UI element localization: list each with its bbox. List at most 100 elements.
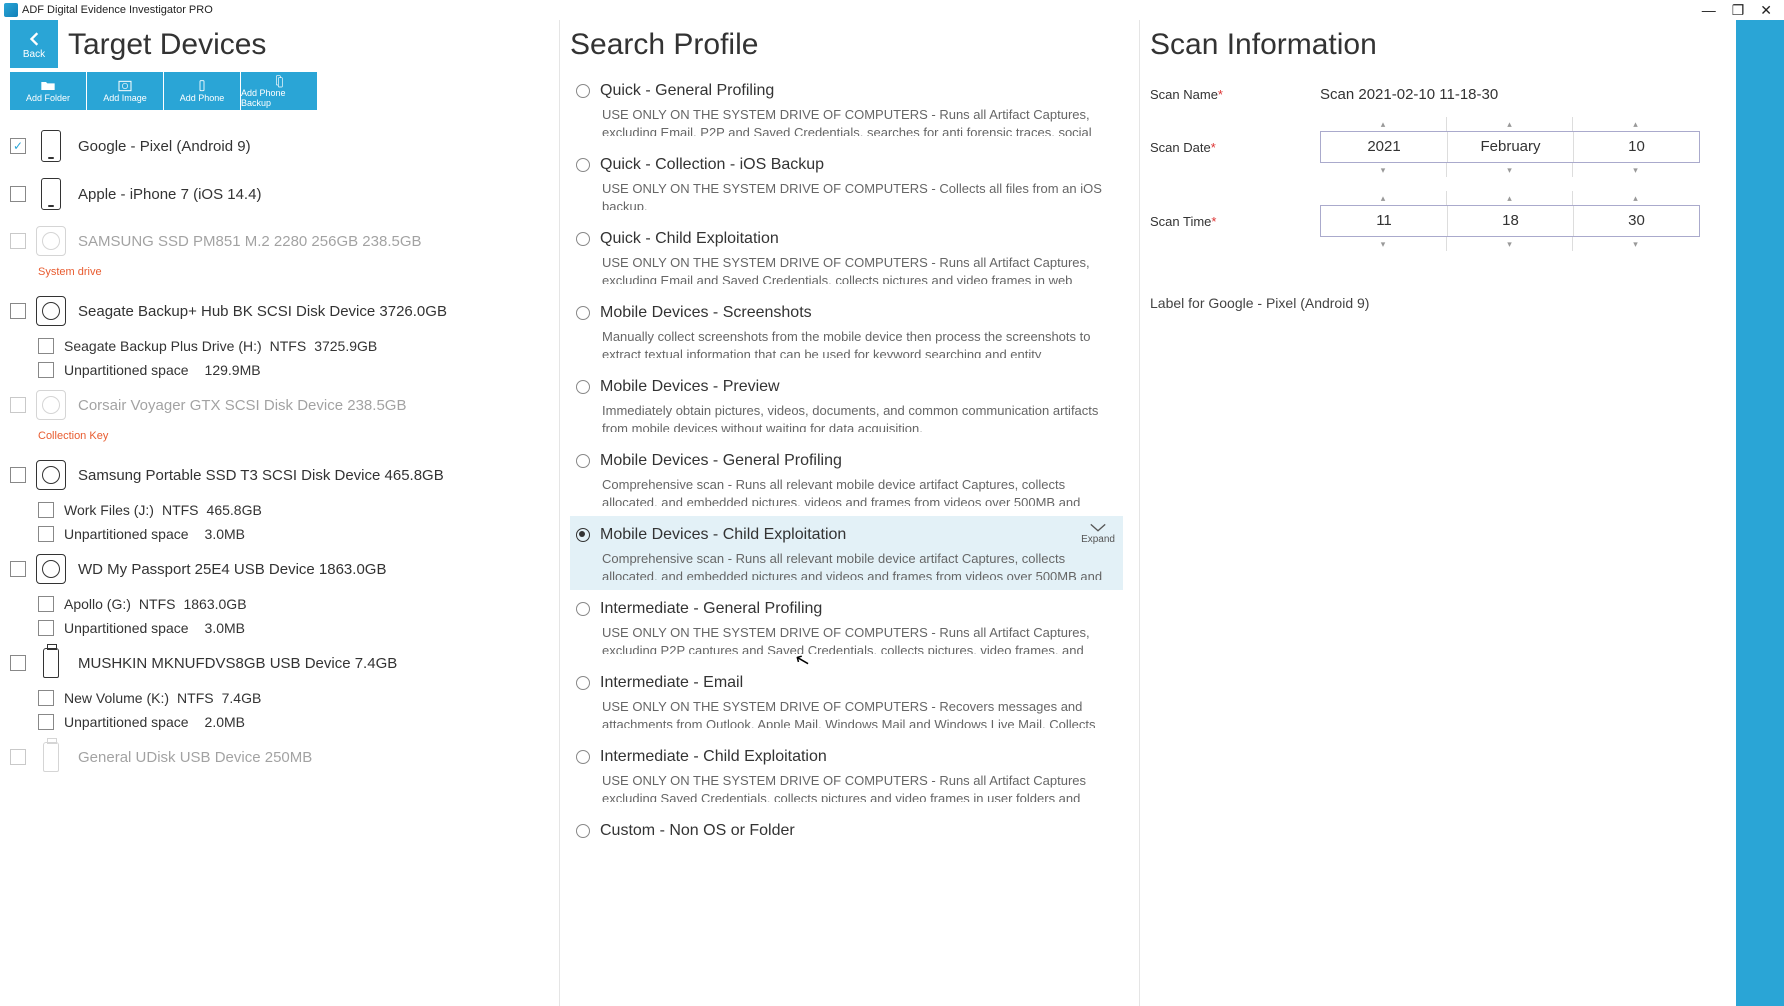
profile-radio[interactable] <box>576 824 590 838</box>
profile-desc: Comprehensive scan - Runs all relevant m… <box>576 470 1117 506</box>
profile-radio[interactable] <box>576 306 590 320</box>
disk-icon <box>36 460 66 490</box>
profile-desc: USE ONLY ON THE SYSTEM DRIVE OF COMPUTER… <box>576 618 1117 654</box>
partition-row: Unpartitioned space2.0MB <box>10 710 545 734</box>
add-phone-button[interactable]: Add Phone <box>164 72 240 110</box>
close-button[interactable]: ✕ <box>1760 2 1772 19</box>
sec-up[interactable]: ▴ <box>1573 191 1698 205</box>
profile-row[interactable]: Mobile Devices - ScreenshotsManually col… <box>570 294 1123 368</box>
device-checkbox[interactable] <box>10 138 26 154</box>
scan-name-label: Scan Name* <box>1150 87 1320 102</box>
device-note: System drive <box>10 264 545 288</box>
month-up[interactable]: ▴ <box>1447 117 1572 131</box>
profile-title: Mobile Devices - Child Exploitation <box>600 526 846 543</box>
hour-down[interactable]: ▾ <box>1320 237 1446 251</box>
device-checkbox[interactable] <box>10 233 26 249</box>
device-checkbox[interactable] <box>10 561 26 577</box>
disk-icon <box>36 226 66 256</box>
minimize-button[interactable]: — <box>1702 2 1716 19</box>
profile-title: Intermediate - General Profiling <box>600 600 822 617</box>
profile-radio[interactable] <box>576 84 590 98</box>
profile-row[interactable]: Intermediate - EmailUSE ONLY ON THE SYST… <box>570 664 1123 738</box>
profile-row[interactable]: Intermediate - Child ExploitationUSE ONL… <box>570 738 1123 812</box>
year-up[interactable]: ▴ <box>1320 117 1446 131</box>
profile-radio[interactable] <box>576 750 590 764</box>
partition-checkbox[interactable] <box>38 526 54 542</box>
min-up[interactable]: ▴ <box>1447 191 1572 205</box>
profile-list: Quick - General ProfilingUSE ONLY ON THE… <box>570 72 1129 998</box>
scan-name-value[interactable]: Scan 2021-02-10 11-18-30 <box>1320 86 1498 103</box>
profile-title: Mobile Devices - Screenshots <box>600 304 812 321</box>
device-note: Collection Key <box>10 428 545 452</box>
usb-icon <box>43 742 59 772</box>
profile-row[interactable]: Intermediate - General ProfilingUSE ONLY… <box>570 590 1123 664</box>
partition-checkbox[interactable] <box>38 502 54 518</box>
device-label: Google - Pixel (Android 9) <box>78 138 251 155</box>
profile-desc: USE ONLY ON THE SYSTEM DRIVE OF COMPUTER… <box>576 100 1117 136</box>
app-icon <box>4 3 18 17</box>
partition-row: Unpartitioned space3.0MB <box>10 522 545 546</box>
profile-row[interactable]: Mobile Devices - Child Exploitation Expan… <box>570 516 1123 590</box>
profile-radio[interactable] <box>576 232 590 246</box>
profile-title: Mobile Devices - General Profiling <box>600 452 842 469</box>
profile-desc: USE ONLY ON THE SYSTEM DRIVE OF COMPUTER… <box>576 174 1117 210</box>
profile-desc: Immediately obtain pictures, videos, doc… <box>576 396 1117 432</box>
device-row: Google - Pixel (Android 9) <box>10 122 545 170</box>
hour-up[interactable]: ▴ <box>1320 191 1446 205</box>
month-down[interactable]: ▾ <box>1447 163 1572 177</box>
phone-icon <box>41 130 61 162</box>
partition-checkbox[interactable] <box>38 620 54 636</box>
back-button[interactable]: Back <box>10 20 58 68</box>
device-checkbox[interactable] <box>10 186 26 202</box>
device-row: WD My Passport 25E4 USB Device 1863.0GB <box>10 546 545 592</box>
device-label-row: Label for Google - Pixel (Android 9) <box>1150 265 1774 311</box>
expand-button[interactable]: Expand <box>1081 522 1115 545</box>
add-folder-button[interactable]: Add Folder <box>10 72 86 110</box>
device-checkbox[interactable] <box>10 749 26 765</box>
device-row: Samsung Portable SSD T3 SCSI Disk Device… <box>10 452 545 498</box>
year-down[interactable]: ▾ <box>1320 163 1446 177</box>
partition-checkbox[interactable] <box>38 362 54 378</box>
sec-down[interactable]: ▾ <box>1573 237 1698 251</box>
right-accent-bar <box>1736 20 1784 1006</box>
targets-title: Target Devices <box>68 20 266 72</box>
profile-title: Intermediate - Email <box>600 674 743 691</box>
partition-checkbox[interactable] <box>38 338 54 354</box>
scan-time-input[interactable]: 11 18 30 <box>1320 205 1700 237</box>
device-label: SAMSUNG SSD PM851 M.2 2280 256GB 238.5GB <box>78 233 422 250</box>
profile-radio[interactable] <box>576 158 590 172</box>
disk-icon <box>36 554 66 584</box>
device-checkbox[interactable] <box>10 467 26 483</box>
profile-row[interactable]: Quick - General ProfilingUSE ONLY ON THE… <box>570 72 1123 146</box>
disk-icon <box>36 296 66 326</box>
profile-radio[interactable] <box>576 602 590 616</box>
min-down[interactable]: ▾ <box>1447 237 1572 251</box>
partition-checkbox[interactable] <box>38 714 54 730</box>
partition-row: Seagate Backup Plus Drive (H:)NTFS3725.9… <box>10 334 545 358</box>
maximize-button[interactable]: ❐ <box>1732 2 1745 19</box>
toolbar: Add Folder Add Image Add Phone Add Phone… <box>10 72 549 110</box>
day-up[interactable]: ▴ <box>1573 117 1698 131</box>
scan-date-input[interactable]: 2021 February 10 <box>1320 131 1700 163</box>
device-checkbox[interactable] <box>10 655 26 671</box>
profile-row[interactable]: Mobile Devices - PreviewImmediately obta… <box>570 368 1123 442</box>
device-row: General UDisk USB Device 250MB <box>10 734 545 780</box>
device-checkbox[interactable] <box>10 303 26 319</box>
profile-radio[interactable] <box>576 380 590 394</box>
partition-checkbox[interactable] <box>38 690 54 706</box>
device-checkbox[interactable] <box>10 397 26 413</box>
profile-row[interactable]: Quick - Child ExploitationUSE ONLY ON TH… <box>570 220 1123 294</box>
partition-row: Unpartitioned space3.0MB <box>10 616 545 640</box>
profile-row[interactable]: Custom - Non OS or Folder <box>570 812 1123 850</box>
day-down[interactable]: ▾ <box>1573 163 1698 177</box>
device-row: Corsair Voyager GTX SCSI Disk Device 238… <box>10 382 545 428</box>
profile-row[interactable]: Mobile Devices - General ProfilingCompre… <box>570 442 1123 516</box>
profile-radio[interactable] <box>576 528 590 542</box>
profile-title: Custom - Non OS or Folder <box>600 822 795 839</box>
add-phone-backup-button[interactable]: Add Phone Backup <box>241 72 317 110</box>
partition-checkbox[interactable] <box>38 596 54 612</box>
profile-row[interactable]: Quick - Collection - iOS BackupUSE ONLY … <box>570 146 1123 220</box>
profile-radio[interactable] <box>576 454 590 468</box>
profile-radio[interactable] <box>576 676 590 690</box>
add-image-button[interactable]: Add Image <box>87 72 163 110</box>
